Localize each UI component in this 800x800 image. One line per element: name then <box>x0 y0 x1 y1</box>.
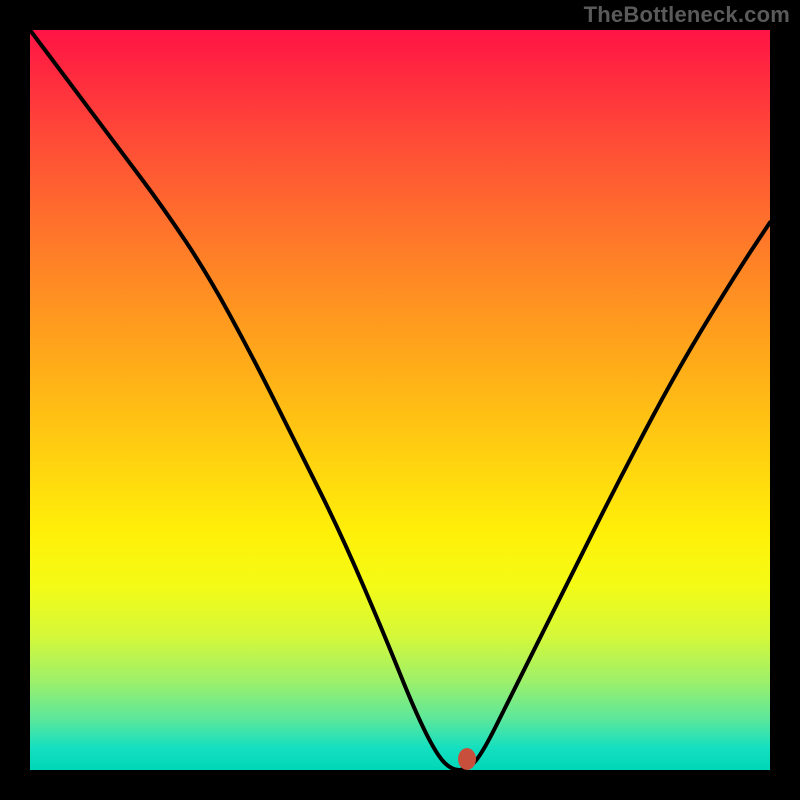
bottleneck-curve-path <box>30 30 770 770</box>
watermark-text: TheBottleneck.com <box>584 2 790 28</box>
chart-frame: TheBottleneck.com <box>0 0 800 800</box>
curve-svg <box>30 30 770 770</box>
min-marker <box>458 748 476 770</box>
plot-area <box>30 30 770 770</box>
